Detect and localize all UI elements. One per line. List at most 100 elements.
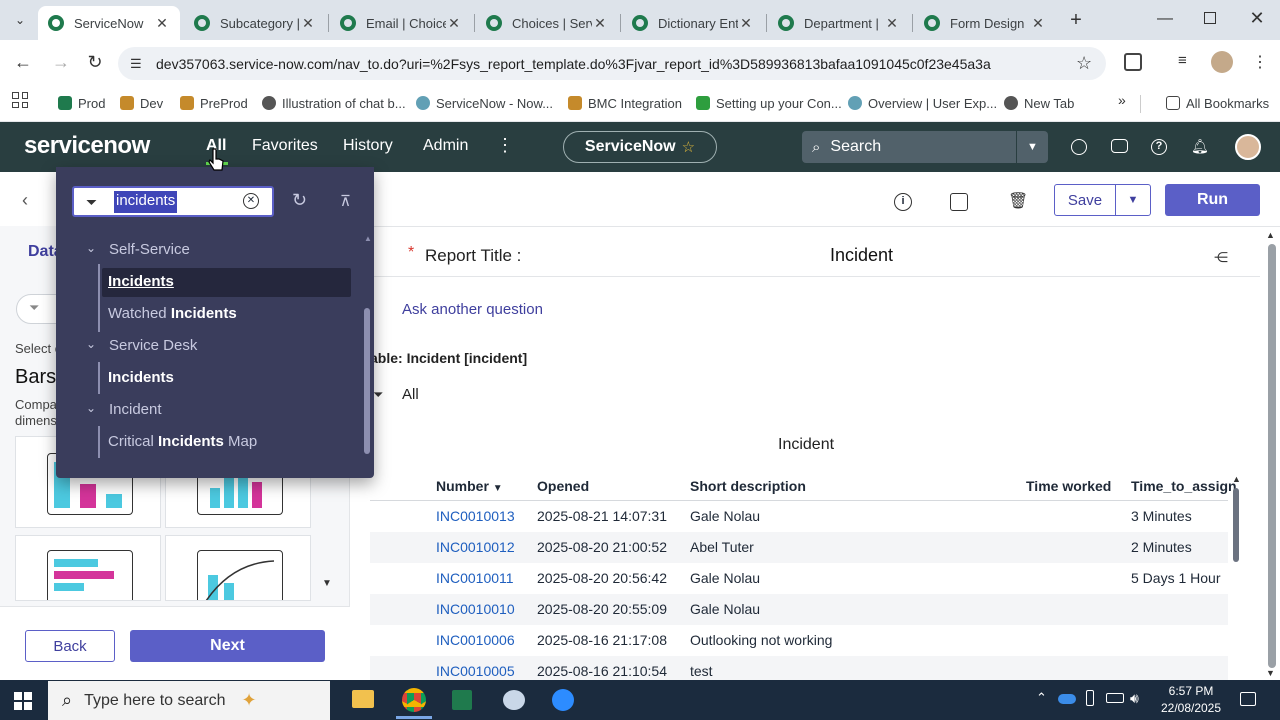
clock-time[interactable]: 6:57 PM <box>1156 684 1226 698</box>
close-tab-icon[interactable]: ✕ <box>300 15 316 32</box>
close-tab-icon[interactable]: ✕ <box>154 15 170 32</box>
address-bar[interactable]: ☰ dev357063.service-now.com/nav_to.do?ur… <box>118 47 1106 80</box>
collapse-back-chevron-icon[interactable]: ‹ <box>22 190 28 211</box>
menu-group-self-service[interactable]: Self-Service <box>109 241 190 258</box>
site-info-icon[interactable]: ☰ <box>130 56 146 72</box>
battery-icon[interactable] <box>1106 693 1124 703</box>
search-scope-chevron-icon[interactable]: ▼ <box>1016 131 1048 163</box>
onedrive-icon[interactable] <box>1058 694 1076 704</box>
page-scrollbar-thumb[interactable] <box>1268 244 1276 668</box>
back-arrow-icon[interactable]: ← <box>12 52 34 74</box>
menu-item-service-desk-incidents[interactable]: Incidents <box>108 369 174 386</box>
apps-grid-icon[interactable] <box>12 92 28 108</box>
bookmark-dev[interactable]: Dev <box>120 92 163 114</box>
bookmark-setting-up[interactable]: Setting up your Con... <box>696 92 842 114</box>
close-tab-icon[interactable]: ✕ <box>738 15 754 32</box>
table-scroll-up-icon[interactable]: ▲ <box>1232 474 1241 484</box>
column-header-number[interactable]: Number ▼ <box>436 478 503 494</box>
page-scroll-up-icon[interactable]: ▲ <box>1266 230 1275 240</box>
share-export-icon[interactable] <box>950 193 968 211</box>
info-icon[interactable]: i <box>894 193 912 211</box>
save-button[interactable]: Save <box>1054 184 1116 216</box>
column-header-time-worked[interactable]: Time worked <box>1026 478 1111 494</box>
menu-item-critical-incidents-map[interactable]: Critical Incidents Map <box>108 433 257 450</box>
reload-icon[interactable]: ↻ <box>84 52 106 74</box>
delete-trash-icon[interactable]: 🗑︎ <box>1008 191 1028 211</box>
group-collapse-chevron-icon[interactable]: ⌄ <box>86 241 96 255</box>
chat-icon[interactable] <box>1111 139 1128 153</box>
app-icon[interactable] <box>503 690 525 710</box>
menu-group-service-desk[interactable]: Service Desk <box>109 337 197 354</box>
column-header-opened[interactable]: Opened <box>537 478 589 494</box>
globe-icon[interactable] <box>1071 139 1087 155</box>
nav-history[interactable]: History <box>343 137 393 155</box>
tab-search-chevron-icon[interactable]: ⌄ <box>10 10 30 30</box>
ask-another-question-link[interactable]: Ask another question <box>402 301 543 318</box>
chart-option-horizontal-bar[interactable] <box>15 535 161 601</box>
taskbar-search-box[interactable]: ⌕ Type here to search ✦ <box>48 681 330 720</box>
share-nodes-icon[interactable]: ⋲ <box>1214 249 1228 266</box>
restore-window-icon[interactable] <box>1204 12 1216 24</box>
bookmark-illustration[interactable]: Illustration of chat b... <box>262 92 406 114</box>
menu-item-watched-incidents[interactable]: Watched Incidents <box>108 305 237 322</box>
clock-date[interactable]: 22/08/2025 <box>1156 701 1226 715</box>
forward-arrow-icon[interactable]: → <box>50 52 72 74</box>
bookmark-new-tab[interactable]: New Tab <box>1004 92 1074 114</box>
more-menu-icon[interactable]: ⋮ <box>496 135 514 156</box>
usb-icon[interactable] <box>1086 690 1094 706</box>
profile-avatar[interactable] <box>1211 51 1233 73</box>
incident-number-link[interactable]: INC0010012 <box>436 539 515 555</box>
bookmark-overview[interactable]: Overview | User Exp... <box>848 92 997 114</box>
notifications-bell-icon[interactable]: 🔔︎ <box>1191 138 1209 156</box>
clear-filter-icon[interactable]: ✕ <box>243 193 259 209</box>
refresh-icon[interactable]: ↻ <box>292 190 307 211</box>
file-explorer-icon[interactable] <box>352 690 374 708</box>
bookmark-star-icon[interactable]: ☆ <box>1076 53 1098 74</box>
browser-menu-icon[interactable]: ⋮ <box>1252 52 1268 72</box>
menu-scrollbar-thumb[interactable] <box>364 308 370 454</box>
incident-number-link[interactable]: INC0010006 <box>436 632 515 648</box>
close-tab-icon[interactable]: ✕ <box>592 15 608 32</box>
bookmark-bmc-integration[interactable]: BMC Integration <box>568 92 682 114</box>
user-avatar[interactable] <box>1235 134 1261 160</box>
incident-number-link[interactable]: INC0010005 <box>436 663 515 679</box>
close-window-icon[interactable]: ✕ <box>1248 8 1266 30</box>
nav-admin[interactable]: Admin <box>423 137 468 155</box>
browser-tab[interactable]: Dictionary Ent ✕ <box>622 6 764 40</box>
global-search[interactable]: ⌕ Search ▼ <box>802 131 1048 163</box>
windows-start-icon[interactable] <box>14 692 32 710</box>
tray-overflow-chevron-icon[interactable]: ⌃ <box>1036 690 1047 706</box>
nav-favorites[interactable]: Favorites <box>252 137 318 155</box>
filter-condition-all[interactable]: All <box>402 386 419 403</box>
incident-number-link[interactable]: INC0010010 <box>436 601 515 617</box>
pin-icon[interactable]: ⊼ <box>340 192 351 210</box>
group-collapse-chevron-icon[interactable]: ⌄ <box>86 337 96 351</box>
next-button[interactable]: Next <box>130 630 325 662</box>
menu-group-incident[interactable]: Incident <box>109 401 162 418</box>
menu-filter-input[interactable]: ⏷ incidents ✕ <box>72 186 274 217</box>
column-header-short-description[interactable]: Short description <box>690 478 806 494</box>
scroll-down-arrow-icon[interactable]: ▼ <box>322 578 332 589</box>
zoom-icon[interactable] <box>552 689 574 711</box>
back-button[interactable]: Back <box>25 630 115 662</box>
group-collapse-chevron-icon[interactable]: ⌄ <box>86 401 96 415</box>
chrome-icon[interactable] <box>402 688 426 712</box>
volume-icon[interactable]: 🔊︎ <box>1130 690 1139 707</box>
servicenow-logo[interactable]: servicenow <box>24 132 150 160</box>
column-header-time-to-assign[interactable]: Time_to_assign <box>1131 478 1237 494</box>
browser-tab[interactable]: Subcategory | ✕ <box>184 6 326 40</box>
table-scrollbar-thumb[interactable] <box>1233 488 1239 562</box>
chart-option-pareto[interactable] <box>165 535 311 601</box>
incident-number-link[interactable]: INC0010011 <box>436 570 514 586</box>
report-title-input[interactable]: Incident <box>830 245 893 266</box>
bookmark-servicenow-now[interactable]: ServiceNow - Now... <box>416 92 553 114</box>
new-tab-plus-icon[interactable]: + <box>1066 8 1086 32</box>
close-tab-icon[interactable]: ✕ <box>1030 15 1046 32</box>
browser-tab[interactable]: Email | Choice ✕ <box>330 6 472 40</box>
incident-number-link[interactable]: INC0010013 <box>436 508 515 524</box>
browser-tab[interactable]: ServiceNow ✕ <box>38 6 180 40</box>
instance-pill[interactable]: ServiceNow ☆ <box>563 131 717 163</box>
notification-center-icon[interactable] <box>1240 692 1256 706</box>
extensions-icon[interactable] <box>1124 53 1142 71</box>
favorite-star-icon[interactable]: ☆ <box>682 138 695 156</box>
